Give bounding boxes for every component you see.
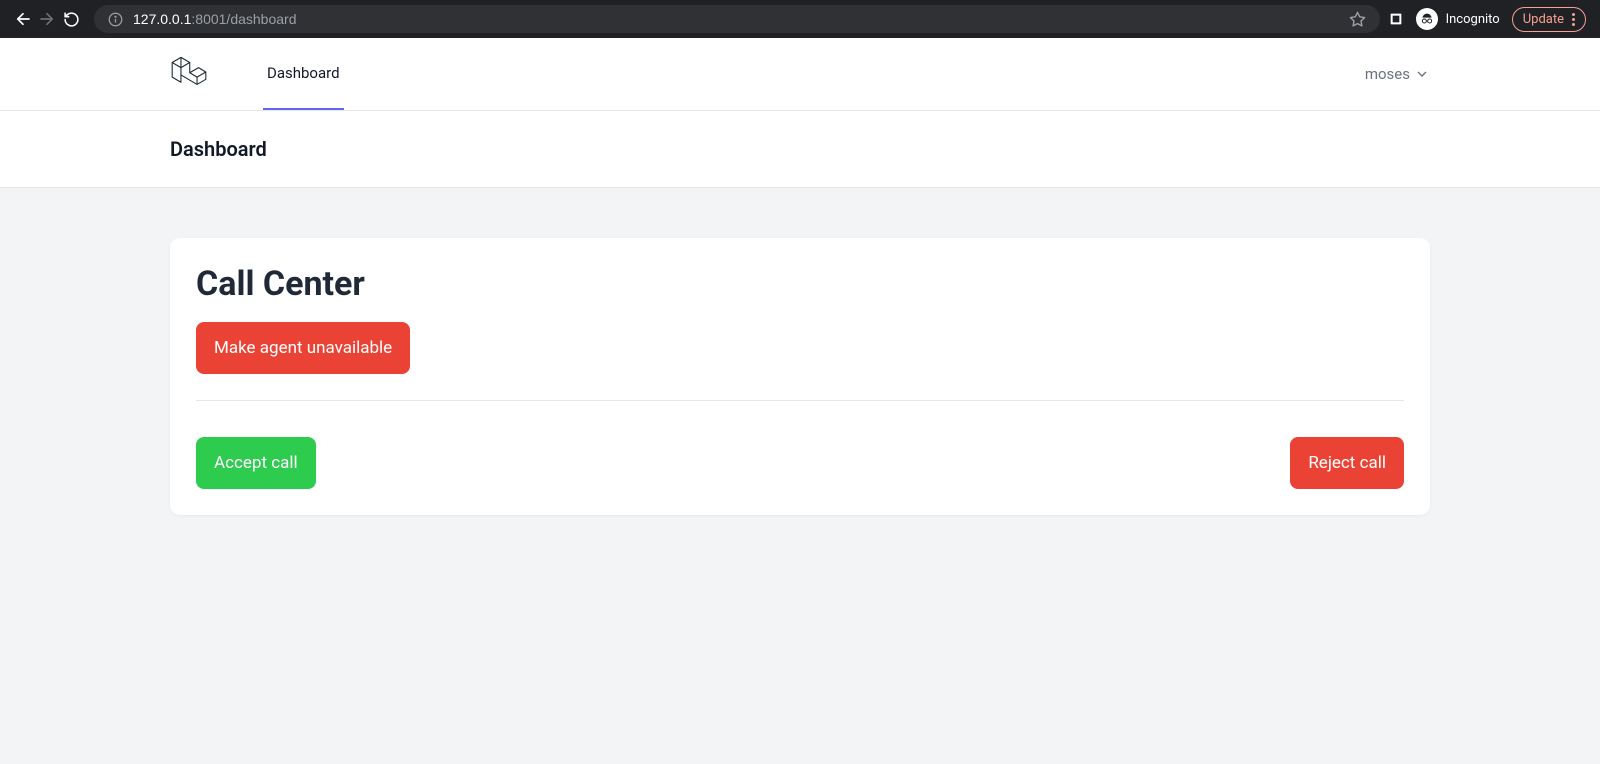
forward-icon[interactable] — [38, 10, 56, 28]
incognito-label: Incognito — [1446, 12, 1500, 27]
call-center-card: Call Center Make agent unavailable Accep… — [170, 238, 1430, 515]
laravel-logo-icon[interactable] — [170, 53, 208, 95]
reload-icon[interactable] — [62, 10, 80, 28]
call-actions-row: Accept call Reject call — [196, 437, 1404, 489]
site-info-icon[interactable] — [108, 12, 123, 27]
tab-label: Dashboard — [267, 64, 340, 82]
back-icon[interactable] — [14, 10, 32, 28]
chevron-down-icon — [1414, 66, 1430, 82]
url-text: 127.0.0.1:8001/dashboard — [133, 11, 296, 27]
browser-toolbar: 127.0.0.1:8001/dashboard Incognito Updat… — [0, 0, 1600, 38]
incognito-badge[interactable]: Incognito — [1416, 8, 1500, 30]
reject-call-button[interactable]: Reject call — [1290, 437, 1404, 489]
address-bar[interactable]: 127.0.0.1:8001/dashboard — [94, 5, 1380, 33]
page-header: Dashboard — [0, 111, 1600, 188]
card-title: Call Center — [196, 264, 1404, 304]
bookmark-star-icon[interactable] — [1349, 11, 1366, 28]
incognito-icon — [1416, 8, 1438, 30]
user-name: moses — [1365, 65, 1410, 83]
accept-call-button[interactable]: Accept call — [196, 437, 316, 489]
app-navbar: Dashboard moses — [0, 38, 1600, 111]
menu-dots-icon — [1572, 13, 1575, 26]
tab-dashboard[interactable]: Dashboard — [263, 38, 344, 110]
main-content: Call Center Make agent unavailable Accep… — [140, 188, 1460, 565]
make-unavailable-button[interactable]: Make agent unavailable — [196, 322, 410, 374]
divider — [196, 400, 1404, 401]
user-menu[interactable]: moses — [1365, 65, 1430, 83]
page-title: Dashboard — [170, 137, 1430, 161]
extensions-icon[interactable] — [1388, 11, 1404, 27]
update-button[interactable]: Update — [1512, 7, 1586, 32]
